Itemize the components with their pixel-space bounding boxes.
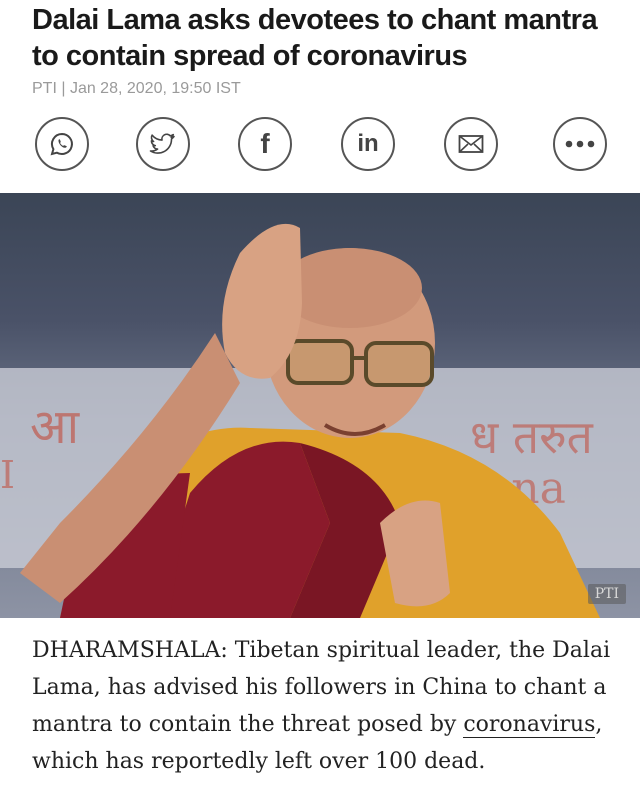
linkedin-share-button[interactable]: in bbox=[341, 117, 395, 171]
photo-illustration: आ ध तरुत I Mana bbox=[0, 223, 640, 618]
article-photo: आ ध तरुत I Mana PTI bbox=[0, 193, 640, 618]
whatsapp-icon bbox=[49, 131, 75, 157]
linkedin-icon: in bbox=[357, 130, 379, 157]
twitter-share-button[interactable] bbox=[136, 117, 190, 171]
more-options-button[interactable] bbox=[553, 117, 607, 171]
svg-text:ध तरुत: ध तरुत bbox=[470, 410, 594, 464]
email-icon bbox=[458, 134, 484, 154]
more-icon bbox=[565, 140, 595, 148]
svg-text:आ: आ bbox=[30, 399, 80, 455]
twitter-icon bbox=[149, 132, 177, 156]
share-bar: f in bbox=[0, 117, 640, 175]
svg-text:I: I bbox=[0, 453, 15, 497]
article-byline: PTI | Jan 28, 2020, 19:50 IST bbox=[32, 80, 241, 97]
whatsapp-share-button[interactable] bbox=[35, 117, 89, 171]
email-share-button[interactable] bbox=[444, 117, 498, 171]
facebook-share-button[interactable]: f bbox=[238, 117, 292, 171]
facebook-icon: f bbox=[260, 128, 270, 159]
photo-credit: PTI bbox=[587, 584, 626, 604]
article-body: DHARAMSHALA: Tibetan spiritual leader, t… bbox=[32, 632, 612, 780]
article-headline: Dalai Lama asks devotees to chant mantra… bbox=[32, 4, 598, 72]
coronavirus-link[interactable]: coronavirus bbox=[463, 712, 596, 738]
